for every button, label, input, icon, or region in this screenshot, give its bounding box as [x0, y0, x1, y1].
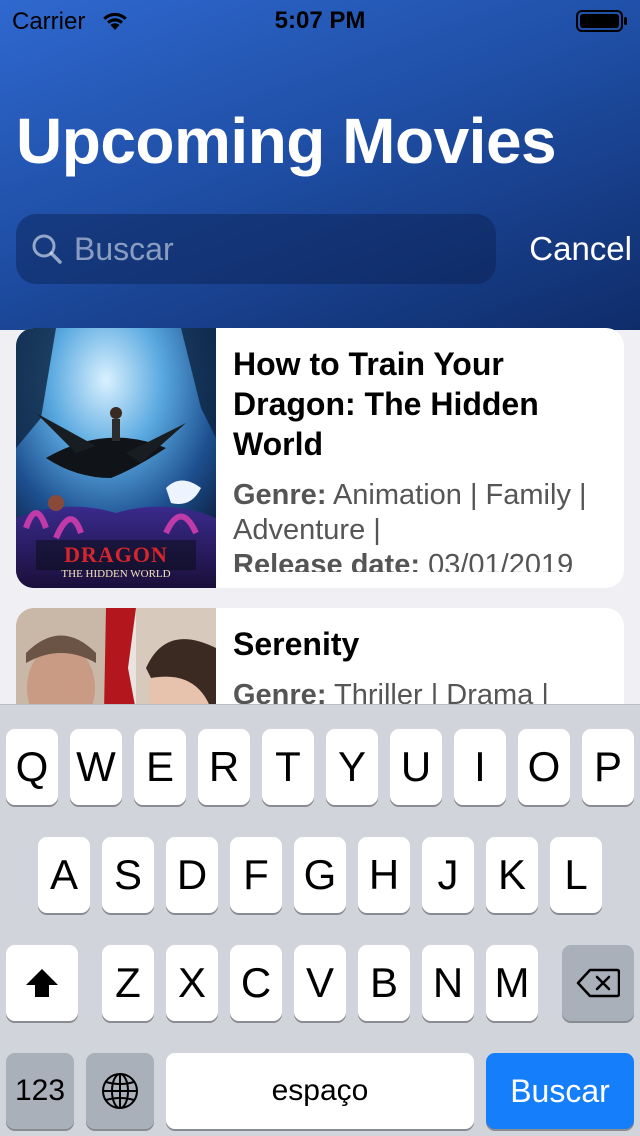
search-icon	[32, 234, 62, 264]
key-o[interactable]: O	[518, 729, 570, 805]
key-r[interactable]: R	[198, 729, 250, 805]
battery-icon	[576, 10, 627, 32]
movie-info: Serenity Genre: Thriller | Drama |	[233, 624, 613, 713]
key-n[interactable]: N	[422, 945, 474, 1021]
movie-card[interactable]: DRAGON THE HIDDEN WORLD How to Train You…	[16, 328, 624, 588]
release-date-label: Release date:	[233, 549, 420, 572]
key-y[interactable]: Y	[326, 729, 378, 805]
globe-key[interactable]	[86, 1053, 154, 1129]
key-x[interactable]: X	[166, 945, 218, 1021]
poster-title: DRAGON	[64, 542, 168, 567]
key-w[interactable]: W	[70, 729, 122, 805]
numbers-key[interactable]: 123	[6, 1053, 74, 1129]
genre-label: Genre:	[233, 479, 327, 511]
key-u[interactable]: U	[390, 729, 442, 805]
key-f[interactable]: F	[230, 837, 282, 913]
key-a[interactable]: A	[38, 837, 90, 913]
poster-subtitle: THE HIDDEN WORLD	[61, 568, 171, 580]
search-bar[interactable]	[16, 214, 496, 284]
key-v[interactable]: V	[294, 945, 346, 1021]
key-t[interactable]: T	[262, 729, 314, 805]
key-k[interactable]: K	[486, 837, 538, 913]
search-return-key[interactable]: Buscar	[486, 1053, 634, 1129]
key-g[interactable]: G	[294, 837, 346, 913]
key-i[interactable]: I	[454, 729, 506, 805]
release-date-value: 03/01/2019	[428, 549, 574, 572]
delete-key[interactable]	[562, 945, 634, 1021]
movie-title: How to Train Your Dragon: The Hidden Wor…	[233, 346, 539, 462]
key-s[interactable]: S	[102, 837, 154, 913]
shift-icon	[26, 969, 58, 997]
key-p[interactable]: P	[582, 729, 634, 805]
status-time: 5:07 PM	[274, 7, 366, 34]
cancel-button[interactable]: Cancel	[512, 226, 632, 272]
key-l[interactable]: L	[550, 837, 602, 913]
status-bar: Carrier 5:07 PM	[0, 0, 640, 40]
shift-key[interactable]	[6, 945, 78, 1021]
key-j[interactable]: J	[422, 837, 474, 913]
key-q[interactable]: Q	[6, 729, 58, 805]
key-m[interactable]: M	[486, 945, 538, 1021]
keyboard: Q W E R T Y U I O P A S D F G H J K L Z …	[0, 704, 640, 1136]
globe-icon	[102, 1073, 138, 1109]
movie-title: Serenity	[233, 626, 360, 662]
page-title: Upcoming Movies	[16, 105, 557, 177]
space-key[interactable]: espaço	[166, 1053, 474, 1129]
movie-info: How to Train Your Dragon: The Hidden Wor…	[233, 344, 613, 572]
key-d[interactable]: D	[166, 837, 218, 913]
key-b[interactable]: B	[358, 945, 410, 1021]
search-input[interactable]	[74, 224, 484, 274]
movie-poster: DRAGON THE HIDDEN WORLD	[16, 328, 216, 588]
key-z[interactable]: Z	[102, 945, 154, 1021]
key-e[interactable]: E	[134, 729, 186, 805]
delete-icon	[576, 968, 620, 998]
key-c[interactable]: C	[230, 945, 282, 1021]
movie-meta: Genre: Animation | Family | Adventure | …	[233, 478, 613, 572]
key-h[interactable]: H	[358, 837, 410, 913]
